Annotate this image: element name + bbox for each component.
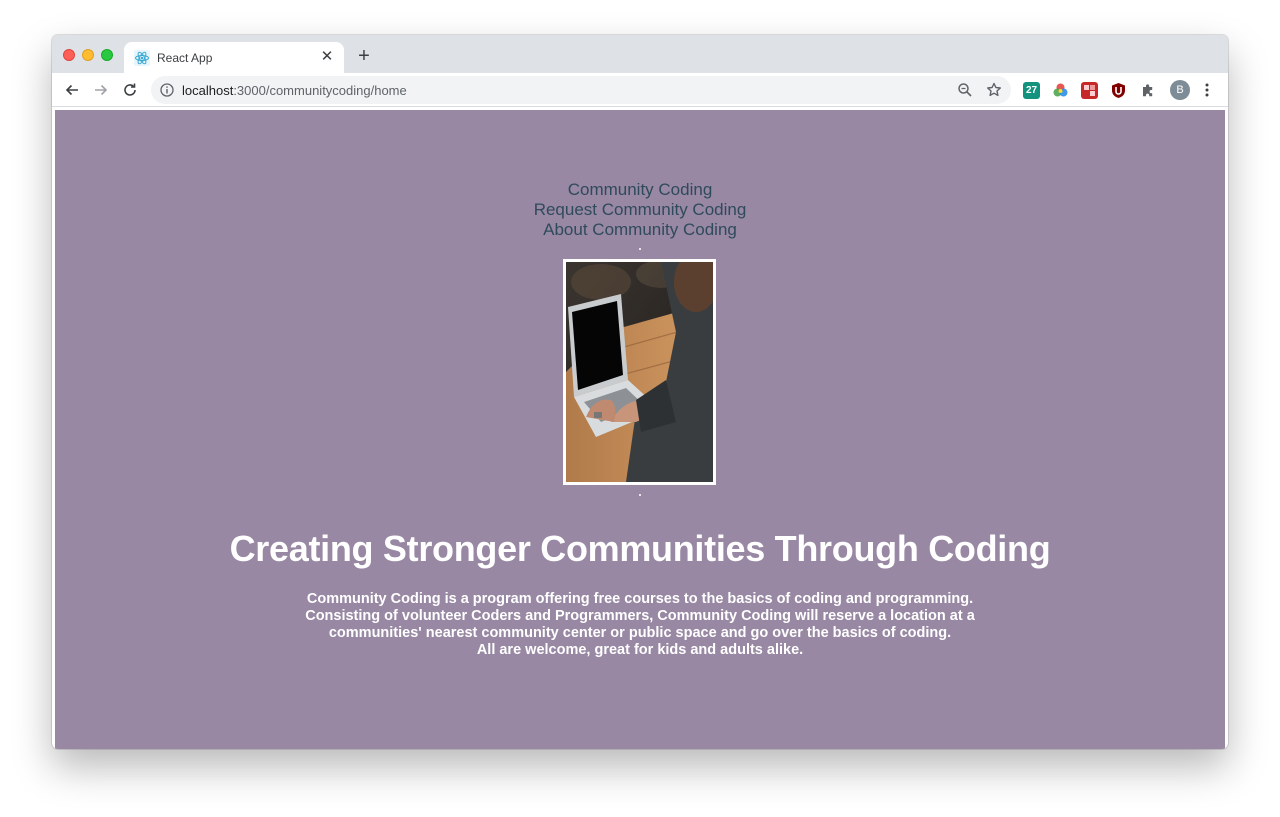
browser-toolbar: localhost:3000/communitycoding/home 27 B: [52, 73, 1228, 107]
extensions-puzzle-icon[interactable]: [1140, 82, 1157, 99]
description-line: Consisting of volunteer Coders and Progr…: [305, 608, 975, 624]
new-tab-icon[interactable]: +: [354, 46, 374, 66]
back-icon[interactable]: [60, 79, 84, 101]
nav-link-community-coding[interactable]: Community Coding: [55, 180, 1225, 200]
browser-window: React App ✕ + localhost:3000/communityco…: [52, 35, 1228, 749]
nav-link-about-community-coding[interactable]: About Community Coding: [55, 220, 1225, 240]
tab-strip: React App ✕ +: [52, 35, 1228, 73]
calendar-27-icon[interactable]: 27: [1023, 82, 1040, 99]
ublock-icon[interactable]: [1110, 82, 1127, 99]
description-line: communities' nearest community center or…: [328, 625, 952, 641]
minimize-window-button[interactable]: [82, 49, 94, 61]
red-square-extension-icon[interactable]: [1081, 82, 1098, 99]
nav-link-request-community-coding[interactable]: Request Community Coding: [55, 200, 1225, 220]
page-description: Community Coding is a program offering f…: [240, 591, 1040, 659]
color-wheel-icon[interactable]: [1052, 82, 1069, 99]
profile-avatar[interactable]: B: [1170, 80, 1190, 100]
url-text[interactable]: localhost:3000/communitycoding/home: [182, 83, 407, 98]
url-host: localhost: [182, 83, 234, 98]
tab-react-app[interactable]: React App ✕: [124, 42, 344, 73]
description-line: Community Coding is a program offering f…: [306, 591, 974, 607]
separator-dot: [639, 248, 641, 250]
description-line: All are welcome, great for kids and adul…: [476, 642, 804, 658]
site-nav: Community Coding Request Community Codin…: [55, 180, 1225, 240]
tab-title: React App: [157, 51, 213, 65]
maximize-window-button[interactable]: [101, 49, 113, 61]
hero-image-frame: [563, 259, 716, 485]
hero-laptop-image: [566, 262, 713, 482]
page-headline: Creating Stronger Communities Through Co…: [229, 528, 1051, 569]
zoom-icon[interactable]: [956, 81, 974, 99]
close-window-button[interactable]: [63, 49, 75, 61]
react-logo-icon: [134, 50, 150, 66]
reload-icon[interactable]: [118, 79, 142, 101]
separator-dot: [639, 494, 641, 496]
forward-icon[interactable]: [89, 79, 113, 101]
close-tab-icon[interactable]: ✕: [319, 49, 335, 65]
page-content: Community Coding Request Community Codin…: [55, 110, 1225, 749]
address-bar[interactable]: localhost:3000/communitycoding/home: [151, 76, 1011, 104]
browser-menu-icon[interactable]: [1200, 81, 1214, 99]
site-info-icon[interactable]: [159, 82, 175, 98]
bookmark-star-icon[interactable]: [985, 81, 1003, 99]
url-path: :3000/communitycoding/home: [233, 83, 407, 98]
